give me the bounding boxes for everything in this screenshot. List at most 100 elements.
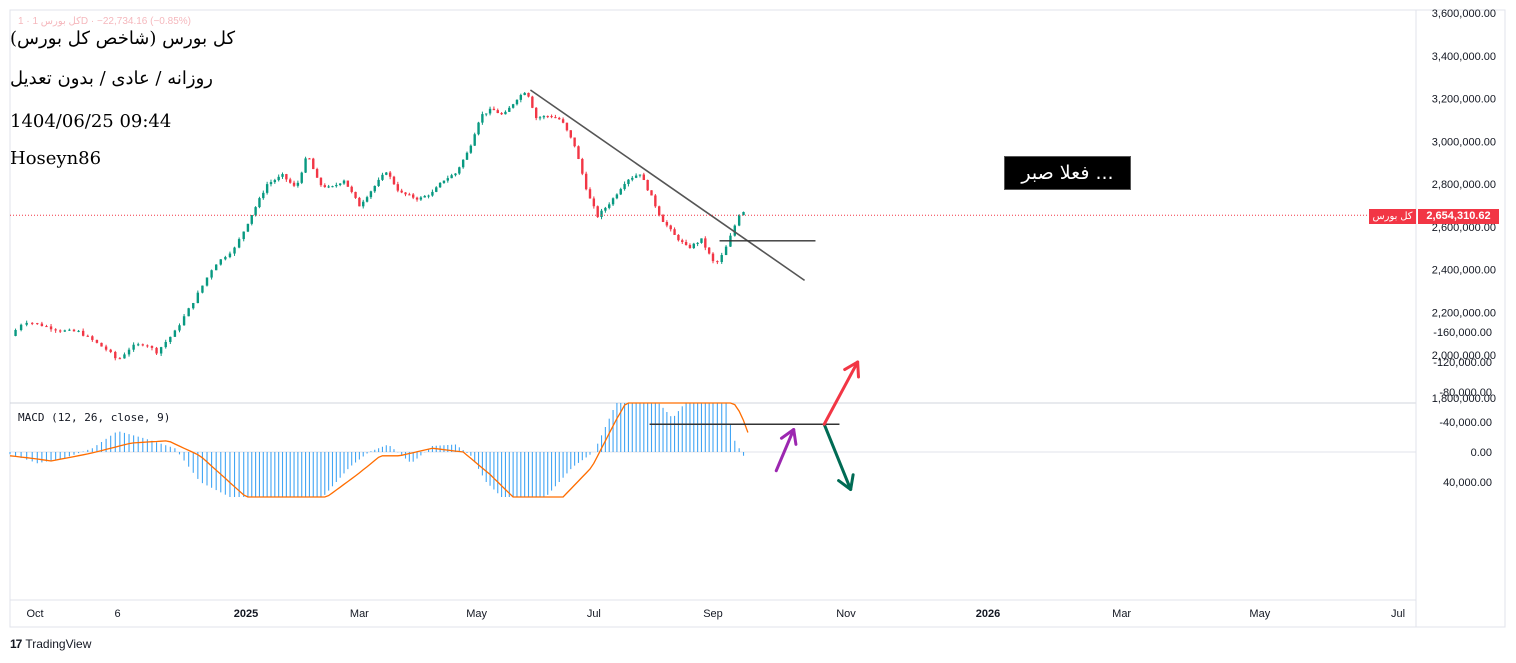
candle-body: [488, 108, 492, 114]
candle-body: [634, 175, 638, 178]
price-tag-value: 2,654,310.62: [1418, 209, 1499, 224]
candle-body: [577, 146, 580, 159]
candle-body: [237, 239, 241, 248]
candle-body: [446, 178, 449, 181]
candle-body: [373, 185, 376, 192]
candle-body: [477, 122, 480, 135]
time-tick-label: 6: [115, 608, 121, 620]
candle-body: [688, 245, 692, 249]
candle: [315, 167, 319, 178]
candle-body: [350, 186, 353, 192]
candle-body: [627, 179, 630, 184]
candle-body: [54, 329, 57, 331]
candle-body: [669, 225, 672, 230]
candle: [581, 157, 584, 176]
candle-body: [233, 247, 236, 254]
candle-body: [100, 342, 103, 347]
candle-body: [411, 194, 415, 198]
tradingview-logo[interactable]: 17 TradingView: [10, 637, 91, 651]
candle-body: [277, 176, 280, 181]
time-tick-label: May: [1249, 608, 1270, 620]
price-tick-label: 3,400,000.00: [1432, 51, 1496, 63]
candle-body: [677, 234, 680, 241]
candle-body: [68, 329, 71, 331]
candle-body: [400, 190, 403, 193]
candle-body: [650, 190, 653, 196]
candle-body: [304, 158, 307, 173]
candle-body: [312, 158, 315, 170]
candle-body: [442, 180, 446, 183]
candle-body: [615, 194, 619, 199]
candle: [173, 329, 177, 337]
candle: [707, 247, 711, 255]
candle-body: [608, 204, 611, 208]
candle-body: [515, 99, 519, 105]
candle-body: [72, 329, 76, 332]
candle: [358, 196, 361, 207]
candle-body: [40, 323, 44, 327]
candle-body: [716, 261, 719, 263]
candle: [354, 191, 357, 199]
candle-body: [346, 180, 350, 187]
candle-body: [214, 264, 218, 271]
candle-body: [362, 201, 365, 207]
candle-body: [273, 180, 277, 183]
ghost-legend: کل بورس 1 · 1D · −22,734.16 (−0.85%): [18, 16, 191, 27]
candle-body: [642, 174, 646, 181]
candle-body: [169, 336, 172, 342]
candle: [584, 171, 588, 191]
time-tick-label: Sep: [703, 608, 723, 620]
candle-body: [511, 104, 515, 108]
chart-subtitle: روزانه / عادی / بدون تعدیل: [10, 68, 213, 89]
candle-body: [141, 344, 144, 346]
candle-body: [25, 322, 28, 325]
candle-body: [581, 158, 584, 174]
candle-body: [481, 114, 484, 123]
macd-legend[interactable]: MACD (12, 26, close, 9): [18, 411, 170, 424]
candle-body: [588, 189, 592, 199]
price-tick-label: 2,200,000.00: [1432, 307, 1496, 319]
candle-body: [661, 215, 665, 222]
candle-body: [381, 174, 384, 180]
candle-body: [242, 231, 245, 240]
candle-body: [500, 113, 503, 115]
macd-tick-label: -160,000.00: [1433, 327, 1492, 339]
annotation-box[interactable]: فعلا صبر ...: [1004, 156, 1131, 190]
candle-body: [77, 330, 80, 332]
candle-body: [335, 184, 338, 187]
candle-body: [150, 346, 154, 348]
candle-body: [173, 330, 177, 337]
candle-body: [296, 182, 300, 186]
candle-body: [114, 351, 117, 359]
candle-body: [91, 336, 94, 340]
chart-canvas[interactable]: 1,800,000.002,000,000.002,200,000.002,40…: [0, 0, 1516, 663]
candle-body: [377, 179, 380, 186]
candle-body: [104, 346, 108, 350]
candle-body: [201, 285, 204, 293]
macd-tick-label: -40,000.00: [1439, 417, 1492, 429]
time-tick-label: Oct: [26, 608, 43, 620]
candle: [565, 122, 569, 132]
candle-body: [404, 192, 407, 195]
candle: [646, 179, 649, 192]
candle: [473, 132, 476, 146]
candle-body: [465, 152, 469, 160]
candle-body: [49, 326, 53, 330]
candle-body: [638, 174, 642, 176]
candle-body: [554, 117, 557, 119]
candle-body: [262, 192, 265, 199]
candle-body: [86, 335, 89, 337]
candle-body: [558, 117, 561, 120]
candle-body: [569, 130, 572, 138]
candle-body: [365, 197, 369, 202]
candle-body: [692, 243, 695, 249]
candle-body: [258, 198, 261, 208]
candle: [304, 156, 307, 174]
candle-body: [281, 174, 284, 177]
chart-title: کل بورس (شاخص کل بورس): [10, 28, 236, 49]
candle-body: [720, 255, 723, 262]
candle-body: [354, 191, 357, 198]
candle-body: [36, 323, 39, 325]
candle-body: [331, 186, 334, 188]
candle-body: [159, 347, 163, 354]
